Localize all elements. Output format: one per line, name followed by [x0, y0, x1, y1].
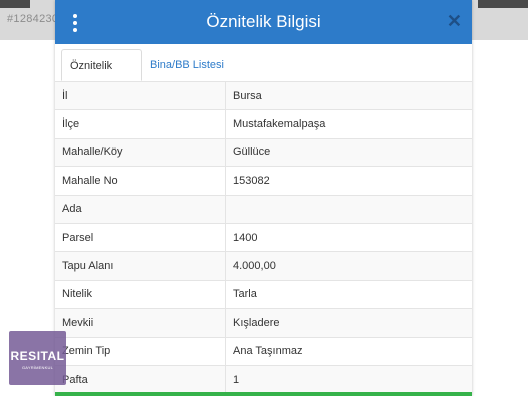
background-dark-block: [478, 0, 528, 8]
row-label: Pafta: [55, 365, 226, 394]
table-row: Nitelik Tarla: [55, 280, 472, 310]
logo-name: RESITAL: [10, 349, 65, 363]
dialog-title: Öznitelik Bilgisi: [206, 12, 321, 31]
table-row: Pafta 1: [55, 365, 472, 395]
row-value: Ana Taşınmaz: [233, 345, 303, 358]
attribute-info-dialog: Öznitelik Bilgisi ✕ Öznitelik Bilgisi Bi…: [55, 0, 472, 396]
row-label: Parsel: [55, 223, 226, 252]
row-label: İl: [55, 82, 226, 110]
row-label: Tapu Alanı: [55, 252, 226, 280]
row-label: İlçe: [55, 110, 226, 138]
dialog-header: Öznitelik Bilgisi ✕: [55, 0, 472, 44]
row-value: Güllüce: [233, 146, 271, 159]
table-row: Mahalle No 153082: [55, 167, 472, 196]
close-icon[interactable]: ✕: [447, 12, 462, 30]
tab-bar: Öznitelik Bilgisi Bina/BB Listesi: [55, 44, 472, 104]
table-row: Zemin Tip Ana Taşınmaz: [55, 337, 472, 366]
row-value: 1400: [233, 231, 258, 244]
row-value: Tarla: [233, 288, 257, 301]
dialog-footer-accent: [55, 392, 472, 396]
tab-attribute-info[interactable]: Öznitelik Bilgisi: [61, 49, 142, 104]
row-value: Mustafakemalpaşa: [233, 118, 326, 131]
tab-building-list[interactable]: Bina/BB Listesi: [142, 49, 232, 81]
row-label: Nitelik: [55, 280, 226, 309]
table-row: İlçe Mustafakemalpaşa: [55, 110, 472, 139]
table-row: Mevkii Kışladere: [55, 309, 472, 338]
row-value: Bursa: [233, 89, 262, 102]
table-row: Parsel 1400: [55, 223, 472, 253]
row-value: 1: [233, 373, 240, 386]
row-label: Mevkii: [55, 309, 226, 337]
table-row: Mahalle/Köy Güllüce: [55, 138, 472, 168]
table-row: Ada: [55, 195, 472, 224]
row-label: Mahalle No: [55, 167, 226, 195]
row-value: Kışladere: [233, 316, 280, 329]
table-row: İl Bursa: [55, 82, 472, 111]
row-label: Zemin Tip: [55, 337, 226, 365]
row-label: Mahalle/Köy: [55, 138, 226, 167]
row-value: 153082: [233, 174, 270, 187]
logo-tagline: GAYRİMENKUL: [21, 365, 54, 370]
row-label: Ada: [55, 195, 226, 223]
background-dark-block: [0, 0, 30, 8]
resital-logo: RESITAL GAYRİMENKUL: [9, 331, 66, 385]
row-value: [226, 196, 472, 223]
table-row: Tapu Alanı 4.000,00: [55, 252, 472, 281]
attribute-table: İl Bursa İlçe Mustafakemalpaşa Mahalle/K…: [55, 81, 472, 395]
row-value: 4.000,00: [233, 260, 276, 273]
